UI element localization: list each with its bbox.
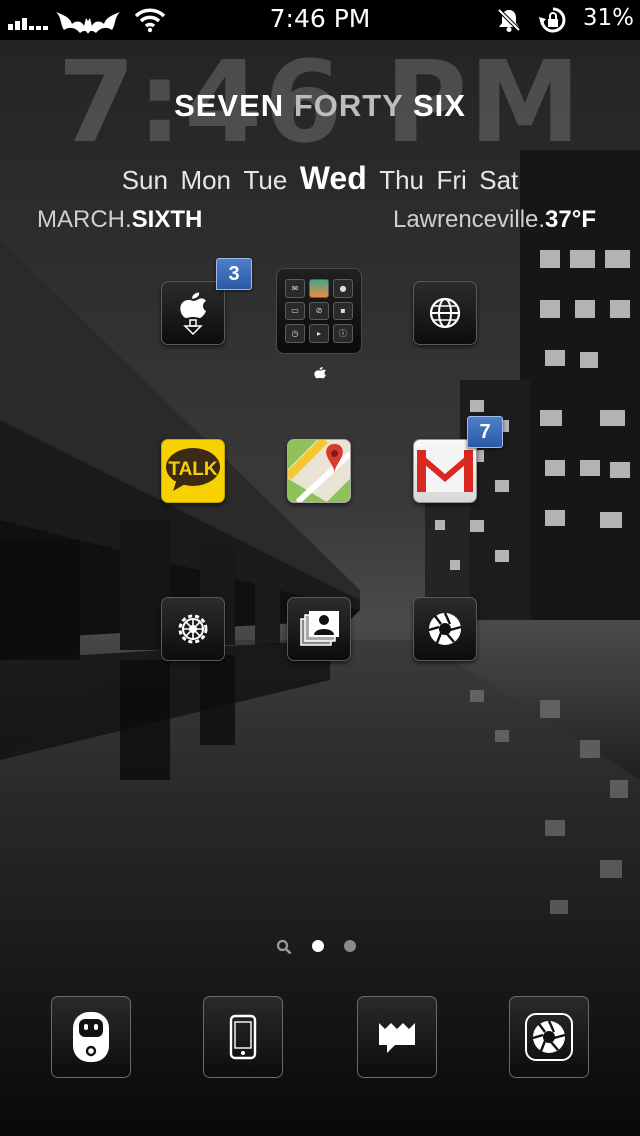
spotlight-search-icon[interactable] xyxy=(276,939,292,955)
kakaotalk-icon: TALK xyxy=(166,448,220,491)
page-dot-active[interactable] xyxy=(312,940,324,952)
passbook-mini-icon xyxy=(309,279,329,298)
camera-app[interactable] xyxy=(413,597,477,661)
page-dot[interactable] xyxy=(344,940,356,952)
weekday-mon: Mon xyxy=(180,165,232,195)
weekday-tue: Tue xyxy=(243,165,288,195)
contacts-app[interactable] xyxy=(287,597,351,661)
status-bar: 7:46 PM 31% xyxy=(0,0,640,40)
date-text: MARCH.SIXTH xyxy=(37,206,202,234)
weather-temperature: 37°F xyxy=(545,206,596,233)
camera-aperture-icon xyxy=(428,612,462,645)
apple-download-icon xyxy=(180,292,206,335)
maps-icon xyxy=(288,440,350,502)
battery-percentage: 31% xyxy=(582,5,634,31)
talk-label: TALK xyxy=(168,459,218,480)
apple-icon xyxy=(314,367,326,379)
word-time: SEVEN FORTY SIX xyxy=(0,88,640,124)
mail-mini-icon: ✉ xyxy=(285,279,305,298)
dock-messages-app[interactable] xyxy=(357,996,437,1078)
contacts-icon xyxy=(300,611,339,646)
mic-mini-icon: ● xyxy=(333,279,353,298)
utilities-folder[interactable]: ✉ ● ▭ ⊘ ▪ ◷ ▸ ⓘ xyxy=(276,268,362,354)
weather-city: Lawrenceville. xyxy=(392,206,546,233)
weekday-sat: Sat xyxy=(479,165,519,195)
dock-robot-app[interactable] xyxy=(51,996,131,1078)
gear-icon xyxy=(178,614,208,644)
weekday-fri: Fri xyxy=(436,165,467,195)
info-mini-icon: ⓘ xyxy=(333,324,353,343)
date-day: SIXTH xyxy=(131,206,203,233)
camera-icon xyxy=(525,1013,573,1061)
mute-bell-icon xyxy=(497,8,521,32)
page-indicator[interactable] xyxy=(0,936,640,956)
clock-mini-icon: ◷ xyxy=(285,324,305,343)
globe-icon xyxy=(429,297,461,329)
app-store-badge: 3 xyxy=(216,258,252,290)
kakaotalk-app[interactable]: TALK xyxy=(161,439,225,503)
maps-app[interactable] xyxy=(287,439,351,503)
weekday-sun: Sun xyxy=(121,165,168,195)
compass-mini-icon: ⊘ xyxy=(309,301,329,321)
word-units: SIX xyxy=(412,88,466,123)
phone-icon xyxy=(229,1014,257,1060)
rotation-lock-icon xyxy=(539,7,566,33)
robot-app-icon xyxy=(73,1012,109,1062)
gmail-app[interactable] xyxy=(413,439,477,503)
settings-app[interactable] xyxy=(161,597,225,661)
calculator-mini-icon: ▪ xyxy=(333,301,353,321)
weekday-wed-active: Wed xyxy=(299,160,367,196)
browser-app[interactable] xyxy=(413,281,477,345)
weekday-thu: Thu xyxy=(379,165,424,195)
gmail-badge: 7 xyxy=(467,416,503,448)
dock-camera-app[interactable] xyxy=(509,996,589,1078)
video-mini-icon: ▸ xyxy=(309,324,329,343)
notes-mini-icon: ▭ xyxy=(285,301,305,321)
word-hour: SEVEN xyxy=(174,88,285,123)
weather-text: Lawrenceville.37°F xyxy=(393,206,596,234)
weekday-row: Sun Mon Tue Wed Thu Fri Sat xyxy=(0,160,640,197)
word-tens: FORTY xyxy=(293,88,404,123)
date-month: MARCH. xyxy=(37,206,132,233)
messages-icon xyxy=(379,1023,415,1053)
dock-phone-app[interactable] xyxy=(203,996,283,1078)
app-store-app[interactable] xyxy=(161,281,225,345)
gmail-icon xyxy=(417,450,473,492)
